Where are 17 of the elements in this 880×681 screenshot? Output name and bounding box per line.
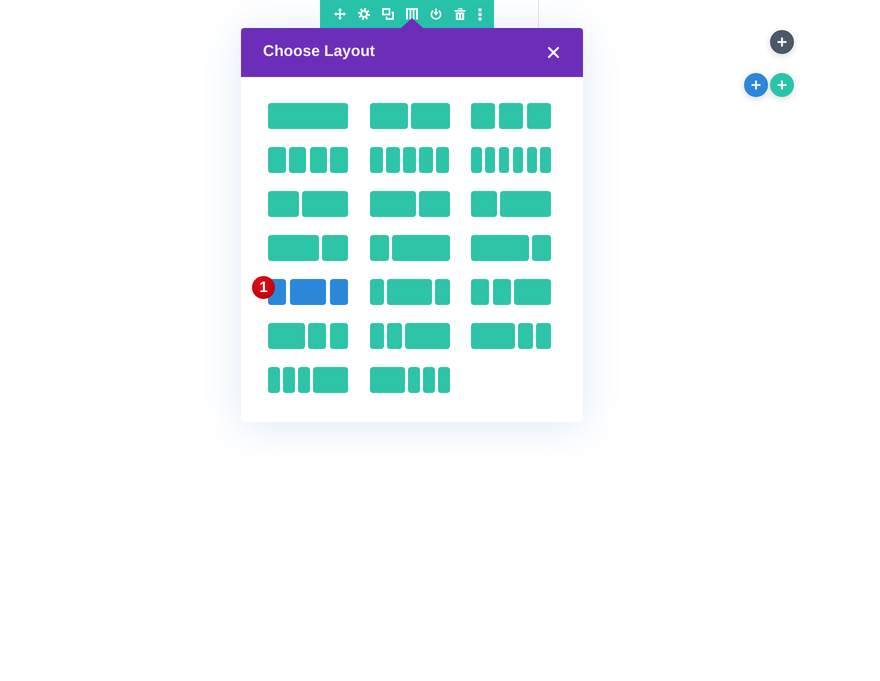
plus-icon	[751, 80, 761, 90]
duplicate-icon[interactable]	[382, 8, 394, 20]
close-icon	[548, 47, 559, 58]
power-icon[interactable]	[430, 8, 442, 20]
plus-icon	[777, 37, 787, 47]
add-button[interactable]	[744, 73, 768, 97]
settings-icon[interactable]	[358, 8, 370, 20]
more-icon[interactable]	[478, 8, 482, 20]
plus-icon	[777, 80, 787, 90]
close-button[interactable]	[548, 47, 559, 58]
modal-title: Choose Layout	[263, 43, 375, 62]
move-icon[interactable]	[334, 8, 346, 20]
add-button[interactable]	[770, 30, 794, 54]
layout-option[interactable]	[268, 279, 348, 305]
step-badge: 1	[252, 276, 275, 299]
trash-icon[interactable]	[454, 8, 466, 20]
columns-icon[interactable]	[406, 8, 418, 20]
